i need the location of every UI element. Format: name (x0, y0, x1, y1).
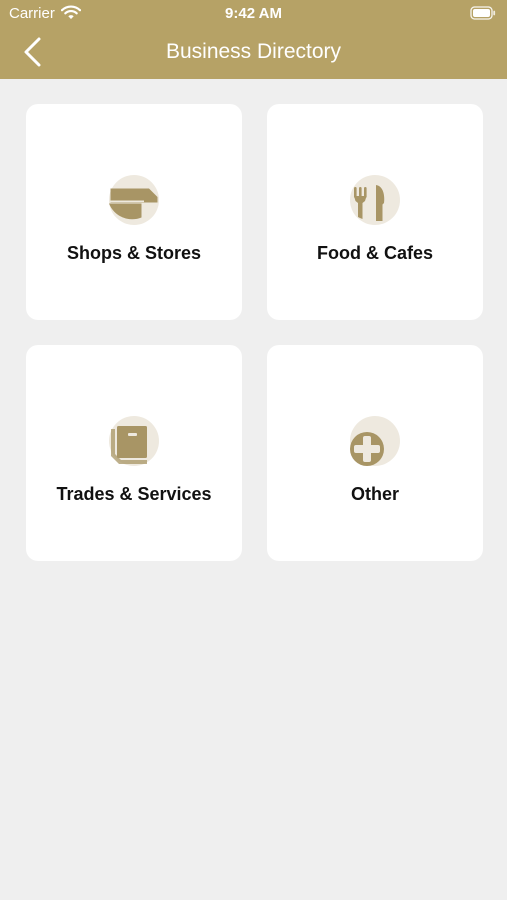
plus-circle-icon (350, 416, 400, 466)
toolbox-icon (109, 416, 159, 466)
category-label: Other (350, 484, 399, 504)
category-card-food[interactable]: Food & Cafes (267, 104, 483, 320)
fork-knife-icon (350, 175, 400, 225)
category-label: Food & Cafes (316, 243, 433, 263)
category-card-other[interactable]: Other (267, 345, 483, 561)
category-label: Trades & Services (56, 484, 212, 504)
storefront-icon (109, 175, 159, 225)
category-label: Shops & Stores (66, 243, 202, 263)
category-card-trades[interactable]: Trades & Services (26, 345, 242, 561)
category-card-shops[interactable]: Shops & Stores (26, 104, 242, 320)
category-grid: Shops & Stores Food & Cafes Trades & Ser (0, 0, 507, 900)
